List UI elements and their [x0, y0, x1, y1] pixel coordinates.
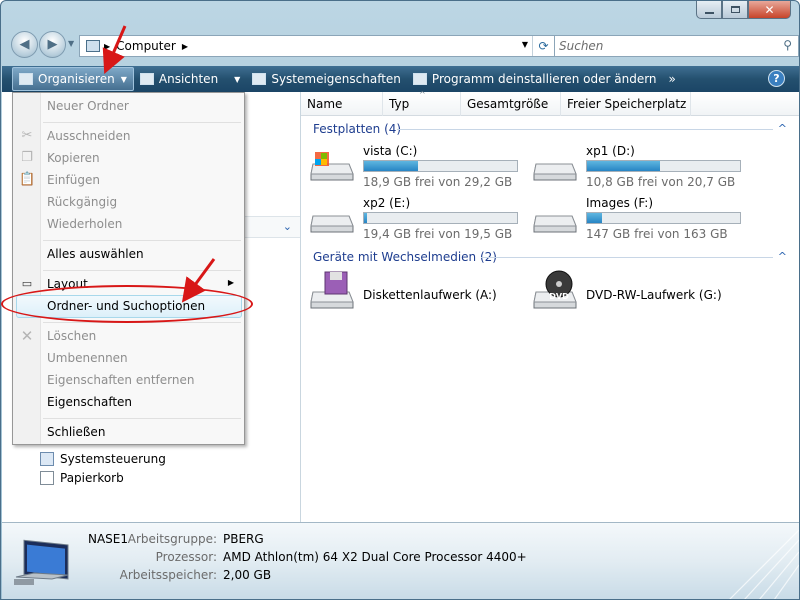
annotation-arrows: [102, 25, 216, 303]
arrow-to-folder-options: [181, 258, 216, 303]
arrow-to-organize: [102, 25, 127, 75]
explorer-window: ✕ ◀ ▶ ▼ ▶ Computer ▶ ▼ ⟳ Suchen ⚲ Organi…: [0, 0, 800, 600]
